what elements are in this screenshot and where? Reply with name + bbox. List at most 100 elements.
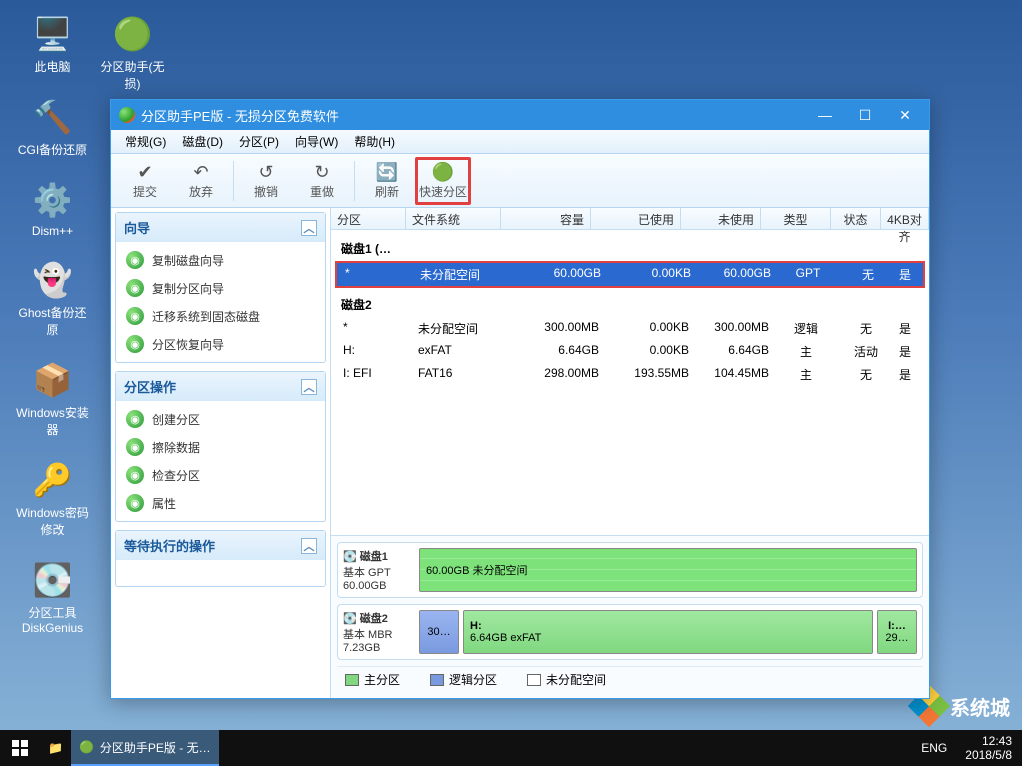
sidebar-item[interactable]: ◉ 分区恢复向导 — [116, 330, 325, 358]
item-label: 属性 — [152, 495, 176, 512]
sidebar-item[interactable]: ◉复制磁盘向导 — [116, 246, 325, 274]
window-title: 分区助手PE版 - 无损分区免费软件 — [141, 106, 339, 125]
icon-label: Windows安装器 — [15, 404, 90, 438]
discard-button[interactable]: ↶放弃 — [173, 157, 229, 205]
desktop-icon[interactable]: 🔨CGI备份还原 — [15, 93, 90, 158]
partition-row[interactable]: *未分配空间60.00GB0.00KB60.00GBGPT无是 — [335, 261, 925, 288]
partition-row[interactable]: *未分配空间300.00MB0.00KB300.00MB逻辑无是 — [335, 317, 925, 340]
icon-label: Dism++ — [32, 224, 73, 238]
disk-icon: 🟢 — [432, 161, 454, 183]
disk-group[interactable]: 磁盘1 (… — [335, 232, 925, 261]
collapse-button[interactable]: ︿ — [301, 220, 317, 236]
partition-row[interactable]: I: EFIFAT16298.00MB193.55MB104.45MB主无是 — [335, 363, 925, 386]
menu-partition[interactable]: 分区(P) — [231, 133, 287, 150]
icon-label: CGI备份还原 — [18, 141, 87, 158]
main-area: 分区 文件系统 容量 已使用 未使用 类型 状态 4KB对齐 磁盘1 (…*未分… — [331, 208, 929, 698]
sidebar-item[interactable]: ◉ 复制分区向导 — [116, 274, 325, 302]
partition-block[interactable]: 60.00GB 未分配空间 — [419, 548, 917, 592]
taskbar: 📁 🟢 分区助手PE版 - 无… ENG 12:432018/5/8 — [0, 730, 1022, 766]
item-icon: ◉ — [126, 335, 144, 353]
icon-label: 此电脑 — [34, 58, 70, 75]
partition-row[interactable]: H:exFAT6.64GB0.00KB6.64GB主活动是 — [335, 340, 925, 363]
wizard-panel: 向导︿ ◉复制磁盘向导◉复制分区向导◉迁移系统到固态磁盘◉分区恢复向导 — [115, 212, 326, 363]
item-icon: ◉ — [126, 307, 144, 325]
item-icon: ◉ — [126, 279, 144, 297]
start-button[interactable] — [0, 730, 40, 766]
app-icon — [119, 107, 135, 123]
minimize-button[interactable]: — — [805, 100, 845, 130]
desktop-icon-partition-assistant[interactable]: 🟢 分区助手(无损) — [95, 10, 170, 92]
item-label: 检查分区 — [152, 467, 200, 484]
sidebar-item[interactable]: ◉ 迁移系统到固态磁盘 — [116, 302, 325, 330]
undo-icon: ↶ — [190, 161, 212, 183]
item-label: 复制分区向导 — [152, 280, 224, 297]
disk-box[interactable]: 💽 磁盘2基本 MBR7.23GB30…H:6.64GB exFATI:…29… — [337, 604, 923, 660]
legend: 主分区 逻辑分区 未分配空间 — [337, 666, 923, 692]
menu-help[interactable]: 帮助(H) — [346, 133, 403, 150]
disk-info: 💽 磁盘2基本 MBR7.23GB — [343, 610, 413, 654]
app-icon: 📦 — [29, 356, 77, 404]
app-icon: 🔑 — [29, 456, 77, 504]
item-label: 擦除数据 — [152, 439, 200, 456]
item-icon: ◉ — [126, 251, 144, 269]
ops-panel: 分区操作︿ ◉创建分区◉擦除数据◉检查分区◉属性 — [115, 371, 326, 522]
item-label: 分区恢复向导 — [152, 336, 224, 353]
panel-title: 向导 — [124, 218, 150, 237]
undo-button[interactable]: ↺撤销 — [238, 157, 294, 205]
desktop-icon[interactable]: 👻Ghost备份还原 — [15, 256, 90, 338]
desktop-icon[interactable]: 🖥️此电脑 — [15, 10, 90, 75]
menu-disk[interactable]: 磁盘(D) — [174, 133, 231, 150]
toolbar: ✔提交 ↶放弃 ↺撤销 ↻重做 🔄刷新 🟢快速分区 — [111, 154, 929, 208]
disk-group[interactable]: 磁盘2 — [335, 288, 925, 317]
app-icon: 🖥️ — [29, 10, 77, 58]
item-label: 创建分区 — [152, 411, 200, 428]
redo-button[interactable]: ↻重做 — [294, 157, 350, 205]
sidebar-item[interactable]: ◉ 创建分区 — [116, 405, 325, 433]
refresh-button[interactable]: 🔄刷新 — [359, 157, 415, 205]
desktop-icon[interactable]: 💽分区工具DiskGenius — [15, 556, 90, 635]
quick-partition-button[interactable]: 🟢快速分区 — [415, 157, 471, 205]
partition-block[interactable]: H:6.64GB exFAT — [463, 610, 873, 654]
item-label: 迁移系统到固态磁盘 — [152, 308, 260, 325]
lang-indicator[interactable]: ENG — [913, 730, 955, 766]
app-icon: 🟢 — [109, 10, 157, 58]
menu-general[interactable]: 常规(G) — [117, 133, 174, 150]
disk-box[interactable]: 💽 磁盘1基本 GPT60.00GB60.00GB 未分配空间 — [337, 542, 923, 598]
item-icon: ◉ — [126, 466, 144, 484]
menu-wizard[interactable]: 向导(W) — [287, 133, 346, 150]
disk-map: 💽 磁盘1基本 GPT60.00GB60.00GB 未分配空间💽 磁盘2基本 M… — [331, 535, 929, 698]
menubar: 常规(G) 磁盘(D) 分区(P) 向导(W) 帮助(H) — [111, 130, 929, 154]
item-icon: ◉ — [126, 494, 144, 512]
commit-button[interactable]: ✔提交 — [117, 157, 173, 205]
collapse-button[interactable]: ︿ — [301, 538, 317, 554]
panel-title: 等待执行的操作 — [124, 536, 215, 555]
desktop-icon[interactable]: 📦Windows安装器 — [15, 356, 90, 438]
collapse-button[interactable]: ︿ — [301, 379, 317, 395]
icon-label: 分区工具DiskGenius — [15, 604, 90, 635]
item-icon: ◉ — [126, 438, 144, 456]
check-icon: ✔ — [134, 161, 156, 183]
app-icon: 💽 — [29, 556, 77, 604]
titlebar[interactable]: 分区助手PE版 - 无损分区免费软件 — ☐ ✕ — [111, 100, 929, 130]
app-icon: 👻 — [29, 256, 77, 304]
taskbar-explorer[interactable]: 📁 — [40, 730, 71, 766]
taskbar-app[interactable]: 🟢 分区助手PE版 - 无… — [71, 730, 219, 766]
desktop-icon[interactable]: 🔑Windows密码修改 — [15, 456, 90, 538]
sidebar-item[interactable]: ◉ 擦除数据 — [116, 433, 325, 461]
icon-label: Ghost备份还原 — [15, 304, 90, 338]
refresh-icon: 🔄 — [376, 161, 398, 183]
partition-block[interactable]: I:…29… — [877, 610, 917, 654]
redo-icon: ↻ — [311, 161, 333, 183]
app-icon: 🔨 — [29, 93, 77, 141]
partition-block[interactable]: 30… — [419, 610, 459, 654]
desktop-icon[interactable]: ⚙️Dism++ — [15, 176, 90, 238]
item-icon: ◉ — [126, 410, 144, 428]
app-icon: ⚙️ — [29, 176, 77, 224]
maximize-button[interactable]: ☐ — [845, 100, 885, 130]
grid-header: 分区 文件系统 容量 已使用 未使用 类型 状态 4KB对齐 — [331, 208, 929, 230]
close-button[interactable]: ✕ — [885, 100, 925, 130]
sidebar-item[interactable]: ◉ 属性 — [116, 489, 325, 517]
clock[interactable]: 12:432018/5/8 — [955, 734, 1022, 763]
disk-info: 💽 磁盘1基本 GPT60.00GB — [343, 548, 413, 592]
sidebar-item[interactable]: ◉ 检查分区 — [116, 461, 325, 489]
